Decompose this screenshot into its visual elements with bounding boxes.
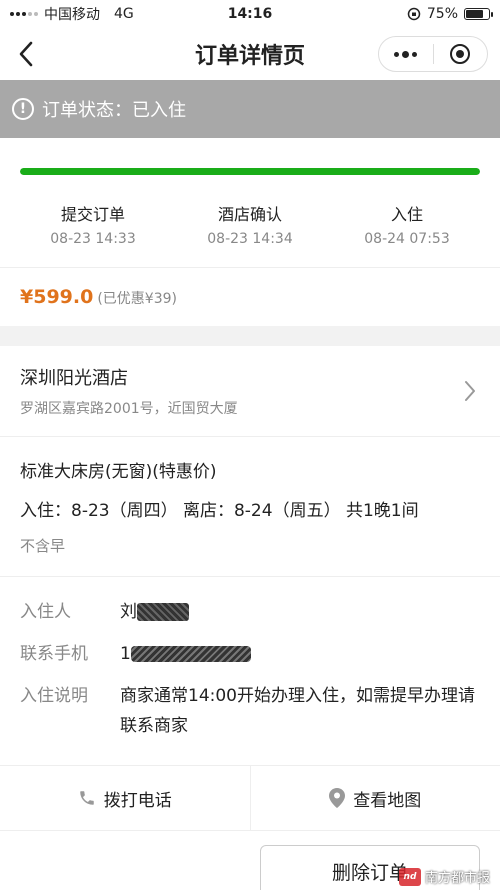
call-label: 拨打电话 (103, 790, 172, 811)
call-button[interactable]: 拨打电话 (0, 766, 250, 830)
progress-bar (20, 168, 480, 175)
guest-name: 刘 (120, 602, 137, 622)
info-icon: ! (12, 98, 34, 120)
guest-value: 刘 (120, 597, 189, 627)
chevron-right-icon (460, 376, 480, 406)
step-label: 酒店确认 (217, 205, 282, 224)
status-right: 75% (407, 6, 493, 22)
status-bar: 中国移动 4G 14:16 75% (0, 0, 500, 28)
guest-name-row: 入住人 刘 (20, 597, 480, 627)
network-label: 4G (114, 6, 134, 22)
order-progress: 提交订单 08-23 14:33 酒店确认 08-23 14:34 入住 08-… (0, 138, 500, 247)
room-type: 标准大床房(无窗)(特惠价) (20, 462, 217, 482)
nav-bar: 订单详情页 (0, 28, 500, 80)
step-time: 08-23 14:33 (50, 231, 136, 247)
checkin-note-row: 入住说明 商家通常14:00开始办理入住，如需提早办理请联系商家 (20, 681, 480, 741)
step-time: 08-23 14:34 (207, 231, 293, 247)
step-time: 08-24 07:53 (364, 231, 450, 247)
hotel-info: 深圳阳光酒店 罗湖区嘉宾路2001号，近国贸大厦 (20, 364, 460, 418)
watermark: nd 南方都市报 (398, 867, 490, 886)
order-status-text: 订单状态：已入住 (42, 100, 186, 121)
hotel-row[interactable]: 深圳阳光酒店 罗湖区嘉宾路2001号，近国贸大厦 (0, 346, 500, 436)
progress-steps: 提交订单 08-23 14:33 酒店确认 08-23 14:34 入住 08-… (20, 201, 480, 247)
phone-label: 联系手机 (20, 644, 88, 664)
signal-icon (10, 12, 38, 16)
step-checkin: 入住 08-24 07:53 (342, 201, 472, 247)
hotel-name: 深圳阳光酒店 (20, 368, 128, 389)
order-status-banner: ! 订单状态：已入住 (0, 80, 500, 138)
status-left: 中国移动 4G (10, 4, 134, 24)
phone-icon (80, 791, 94, 805)
progress-fill (20, 168, 480, 175)
stay-dates: 入住：8-23（周四） 离店：8-24（周五） 共1晚1间 (20, 501, 419, 521)
newspaper-logo: nd (398, 867, 421, 886)
action-row: 拨打电话 查看地图 (0, 765, 500, 831)
orientation-lock-icon (407, 7, 421, 21)
battery-icon (464, 8, 493, 20)
back-button[interactable] (4, 32, 48, 76)
guest-label: 入住人 (20, 602, 71, 622)
redaction-mark (130, 646, 251, 662)
redaction-mark (137, 603, 189, 621)
view-map-button[interactable]: 查看地图 (251, 766, 500, 830)
price-amount: ¥599.0 (20, 286, 94, 308)
guest-info: 入住人 刘 联系手机 1 入住说明 商家通常14:00开始办理入住，如需提早办理… (0, 577, 500, 765)
section-gap (0, 326, 500, 346)
watermark-text: 南方都市报 (424, 871, 490, 886)
step-label: 入住 (390, 205, 423, 224)
step-confirm: 酒店确认 08-23 14:34 (185, 201, 315, 247)
hotel-address: 罗湖区嘉宾路2001号，近国贸大厦 (20, 401, 238, 417)
checkin-note-label: 入住说明 (20, 686, 88, 706)
carrier-label: 中国移动 (44, 7, 100, 23)
room-info: 标准大床房(无窗)(特惠价) 入住：8-23（周四） 离店：8-24（周五） 共… (0, 437, 500, 576)
price-row: ¥599.0 (已优惠¥39) (0, 268, 500, 326)
more-dots-icon (394, 50, 418, 58)
step-label: 提交订单 (60, 205, 125, 224)
close-mini-program-button[interactable] (434, 37, 488, 71)
more-button[interactable] (379, 37, 433, 71)
target-close-icon (450, 44, 471, 64)
phone-row: 联系手机 1 (20, 639, 480, 669)
breakfast-info: 不含早 (20, 537, 66, 555)
step-submit: 提交订单 08-23 14:33 (28, 201, 158, 247)
phone-number: 1 (120, 644, 131, 664)
checkin-note-value: 商家通常14:00开始办理入住，如需提早办理请联系商家 (120, 686, 475, 736)
battery-percent: 75% (426, 6, 458, 22)
mini-program-capsule (378, 36, 488, 72)
battery-fill (466, 10, 483, 18)
price-discount: (已优惠¥39) (97, 291, 177, 307)
phone-value: 1 (120, 639, 251, 669)
map-label: 查看地图 (353, 790, 422, 811)
location-pin-icon (329, 788, 346, 808)
chevron-left-icon (19, 41, 33, 67)
